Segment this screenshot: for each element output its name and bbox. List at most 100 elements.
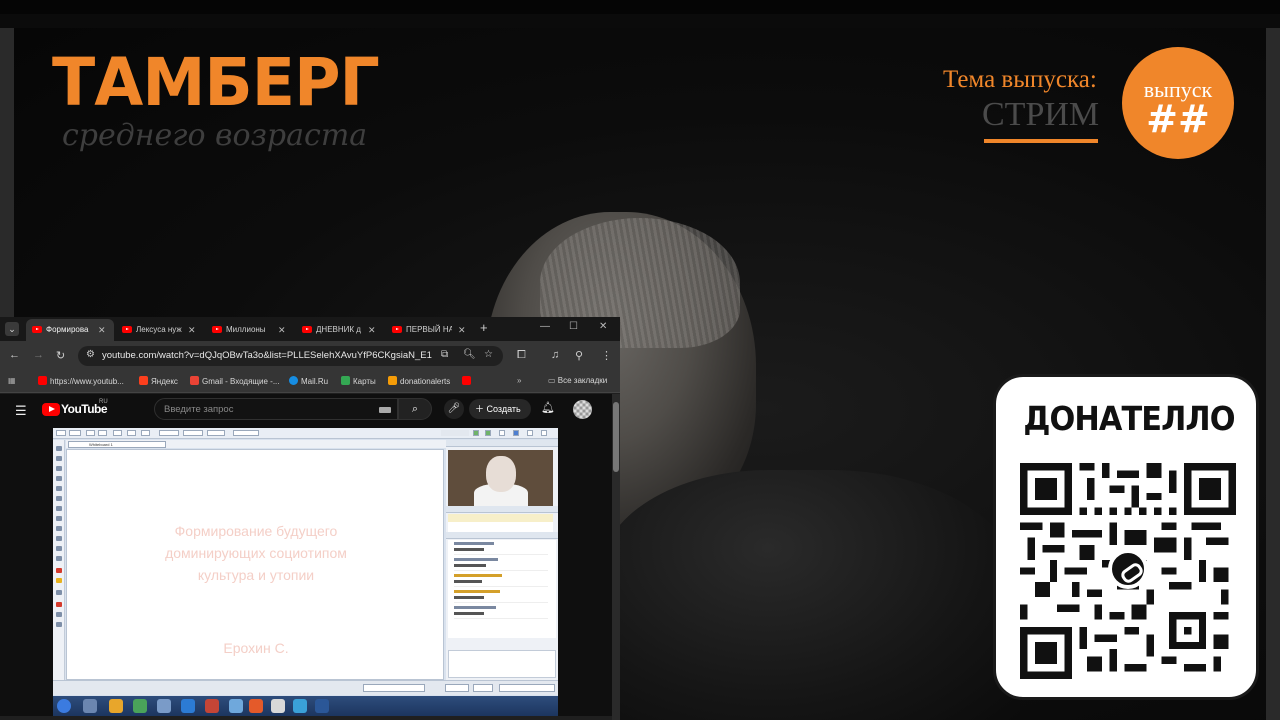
recorded-status-bar [53,680,558,695]
gmail-favicon-icon [190,376,199,385]
tab-2[interactable]: Миллионы ✕ [206,319,294,341]
minimize-icon[interactable]: — [540,321,550,332]
bookmark-item[interactable]: Gmail - Входящие -... [190,376,279,386]
all-bookmarks-folder[interactable]: ▭ Все закладки [548,376,607,385]
taskbar-app-icon [83,699,97,713]
chat-input [448,650,556,678]
webcam-person-face [486,456,516,492]
profile-icon[interactable]: ⚲ [575,349,583,362]
taskbar-app-icon [315,699,329,713]
bookmark-label: Gmail - Входящие -... [202,377,280,386]
taskbar-app-icon [133,699,147,713]
attendee-panel-header [446,506,558,513]
apps-grid-icon[interactable]: ▦ [8,376,16,385]
close-icon[interactable]: ✕ [188,319,196,341]
youtube-region: RU [99,399,108,405]
chat-message [454,542,548,555]
window-close-icon[interactable]: ✕ [599,321,607,332]
bookmark-label: Яндекс [151,377,178,386]
install-icon[interactable]: ⧉ [441,349,448,360]
bookmark-star-icon[interactable]: ☆ [484,349,493,360]
bookmark-item[interactable]: Карты [341,376,376,386]
notifications-bell-icon[interactable]: 🔔︎ [541,401,555,414]
whiteboard-tab: Whiteboard 1 [68,441,166,448]
close-icon[interactable]: ✕ [458,319,466,341]
more-bookmarks-chevron-icon[interactable]: » [517,376,521,385]
youtube-favicon-icon [32,326,42,333]
recorded-toolbar [53,428,558,439]
youtube-favicon-icon [122,326,132,333]
taskbar-app-icon [205,699,219,713]
tab-search-icon[interactable]: ⌄ [5,322,19,336]
media-icon[interactable]: ♫ [551,349,559,361]
youtube-favicon-icon [302,326,312,333]
tab-label: ПЕРВЫЙ НА [406,325,452,334]
keyboard-icon[interactable] [379,407,391,413]
taskbar-app-icon [109,699,123,713]
chat-message [454,558,548,571]
slide-title-line: Формирование будущего [174,523,338,539]
close-icon[interactable]: ✕ [98,319,106,341]
youtube-favicon-icon [212,326,222,333]
close-icon[interactable]: ✕ [278,319,286,341]
avatar[interactable] [573,400,592,419]
tab-3[interactable]: ДНЕВНИК д ✕ [296,319,384,341]
taskbar-app-icon [181,699,195,713]
whiteboard-tools [53,440,65,680]
close-icon[interactable]: ✕ [368,319,376,341]
back-arrow-icon[interactable]: ← [9,349,20,361]
bookmark-item[interactable]: donationalerts [388,376,450,386]
site-info-icon[interactable]: ⚙ [86,349,95,360]
all-bookmarks-label: Все закладки [557,376,608,385]
youtube-logo-icon[interactable] [42,403,60,416]
bookmark-item[interactable]: Mail.Ru [289,376,328,386]
microphone-icon[interactable]: 🎤︎ [444,399,464,419]
tab-1[interactable]: Лексуса нуж ✕ [116,319,204,341]
search-icon[interactable]: ⌕ [398,398,432,420]
brand-subtitle: среднего возраста [62,118,368,153]
bookmark-item[interactable] [462,376,474,386]
donationalerts-favicon-icon [388,376,397,385]
zoom-icon[interactable]: 🔍︎ [463,349,476,360]
url-text: youtube.com/watch?v=dQJqOBwTa3o&list=PLL… [102,350,432,361]
yandex-favicon-icon [139,376,148,385]
youtube-header: ☰ YouTube RU Введите запрос ⌕ 🎤︎ ＋ Созда… [0,394,612,426]
create-button[interactable]: ＋ Создать [469,399,531,419]
chat-message [454,606,548,619]
reload-icon[interactable]: ↻ [56,349,65,362]
youtube-favicon-icon [392,326,402,333]
topic-label: Тема выпуска: [943,66,1097,93]
chat-panel-header [446,532,558,539]
top-letterbox [0,0,1280,14]
chat-message [454,590,548,603]
taskbar-app-icon [293,699,307,713]
youtube-search-input[interactable]: Введите запрос [154,398,398,420]
menu-kebab-icon[interactable]: ⋮ [601,349,612,362]
bookmark-item[interactable]: Яндекс [139,376,178,386]
tab-strip: ⌄ Формирова ✕ Лексуса нуж ✕ Миллионы ✕ Д… [0,317,620,341]
video-player[interactable]: Whiteboard 1 Формирование будущего домин… [0,426,612,716]
bookmark-label: Mail.Ru [301,377,329,386]
taskbar-app-icon [229,699,243,713]
chat-message [454,574,548,587]
extensions-icon[interactable]: ⧠ [517,349,526,362]
tab-4[interactable]: ПЕРВЫЙ НА ✕ [386,319,474,341]
recorded-screen: Whiteboard 1 Формирование будущего домин… [53,428,558,716]
streamer-body [600,470,1020,720]
maximize-icon[interactable]: ☐ [569,321,578,332]
episode-number: ## [1146,97,1210,141]
hamburger-menu-icon[interactable]: ☰ [15,403,27,419]
tab-label: Формирова [46,325,89,334]
forward-arrow-icon[interactable]: → [33,349,44,361]
attendee-list [448,514,553,532]
page-scrollbar[interactable] [612,394,620,720]
taskbar-app-icon [249,699,263,713]
omnibox[interactable]: ⚙ youtube.com/watch?v=dQJqOBwTa3o&list=P… [78,346,503,366]
tab-0[interactable]: Формирова ✕ [26,319,114,341]
attendee-row [448,514,553,522]
scrollbar-thumb[interactable] [613,402,619,472]
new-tab-plus-icon[interactable]: + [480,320,488,335]
bookmark-label: https://www.youtub... [50,377,124,386]
bookmark-item[interactable]: https://www.youtub... [38,376,124,386]
donation-card: ДОНАТЕЛЛО [993,374,1259,700]
